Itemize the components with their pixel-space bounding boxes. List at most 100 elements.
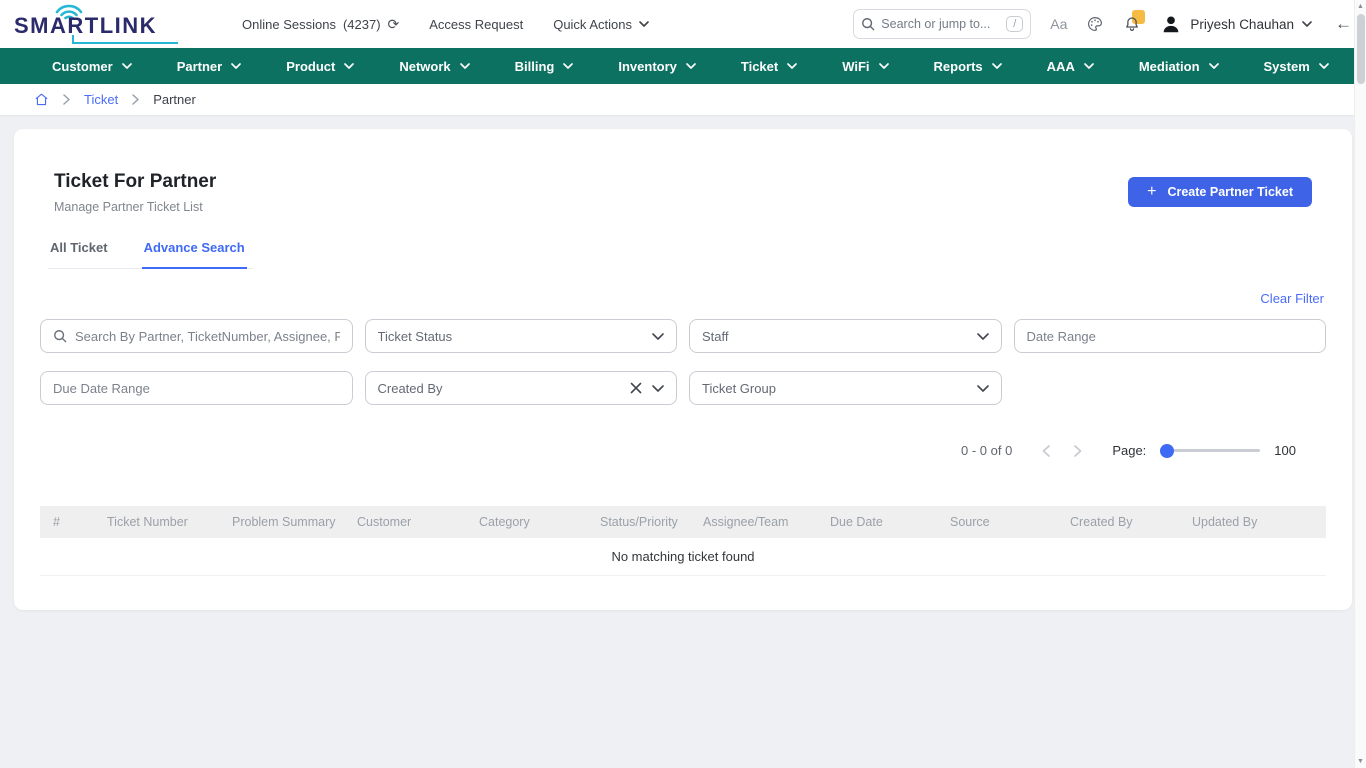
- theme-palette-button[interactable]: [1086, 15, 1104, 33]
- access-request-button[interactable]: Access Request: [429, 17, 523, 32]
- scrollbar-down-arrow[interactable]: ▼: [1355, 758, 1366, 765]
- tab-advance-search[interactable]: Advance Search: [142, 240, 247, 269]
- chevron-down-icon: [686, 63, 696, 69]
- chevron-down-icon: [652, 385, 664, 392]
- clear-x-icon[interactable]: [630, 382, 642, 394]
- chevron-down-icon: [639, 21, 649, 27]
- chevron-down-icon: [787, 63, 797, 69]
- chevron-down-icon: [231, 63, 241, 69]
- nav-item-wifi[interactable]: WiFi: [842, 59, 888, 74]
- col-index: #: [40, 506, 97, 538]
- chevron-down-icon: [563, 63, 573, 69]
- breadcrumb: Ticket Partner: [0, 84, 1366, 115]
- chevron-down-icon: [652, 333, 664, 340]
- col-category: Category: [469, 506, 590, 538]
- nav-item-reports[interactable]: Reports: [934, 59, 1002, 74]
- page-size-label: Page:: [1112, 443, 1146, 458]
- pagination-prev-button[interactable]: [1030, 445, 1062, 457]
- refresh-icon[interactable]: ⟳: [388, 16, 400, 33]
- col-due-date: Due Date: [820, 506, 940, 538]
- page-size-slider[interactable]: [1160, 444, 1260, 458]
- search-shortcut-badge: /: [1006, 16, 1023, 32]
- col-problem-summary: Problem Summary: [222, 506, 347, 538]
- online-sessions[interactable]: Online Sessions (4237) ⟳: [242, 16, 399, 33]
- nav-item-network[interactable]: Network: [399, 59, 469, 74]
- pagination-range: 0 - 0 of 0: [961, 443, 1012, 458]
- global-search[interactable]: /: [853, 9, 1031, 39]
- chevron-down-icon: [1319, 63, 1329, 69]
- palette-icon: [1086, 15, 1104, 33]
- logo-text: SMARTLINK: [14, 13, 157, 39]
- avatar-icon: [1160, 13, 1182, 35]
- filter-date-range-input[interactable]: [1027, 329, 1314, 344]
- slider-track: [1160, 449, 1260, 452]
- online-sessions-label: Online Sessions: [242, 17, 336, 32]
- col-status-priority: Status/Priority: [590, 506, 693, 538]
- collapse-back-arrow[interactable]: ←: [1335, 14, 1352, 34]
- home-icon[interactable]: [34, 92, 49, 107]
- filter-search-field[interactable]: [40, 319, 353, 353]
- breadcrumb-current-page: Partner: [153, 92, 196, 107]
- global-search-input[interactable]: [881, 17, 1006, 31]
- search-icon: [861, 17, 875, 31]
- ticket-for-partner-card: Ticket For Partner Manage Partner Ticket…: [14, 129, 1352, 610]
- nav-item-partner[interactable]: Partner: [177, 59, 242, 74]
- top-header: SMARTLINK Online Sessions (4237) ⟳ Acces…: [0, 0, 1366, 48]
- chevron-down-icon: [1302, 21, 1312, 27]
- bell-icon: [1123, 15, 1141, 33]
- filter-due-date-range-input[interactable]: [53, 381, 340, 396]
- nav-item-billing[interactable]: Billing: [515, 59, 574, 74]
- notifications-button[interactable]: [1123, 15, 1141, 33]
- font-size-toggle[interactable]: Aa: [1050, 16, 1067, 32]
- user-menu[interactable]: Priyesh Chauhan: [1160, 13, 1312, 35]
- col-customer: Customer: [347, 506, 469, 538]
- scrollbar-up-arrow[interactable]: ▲: [1355, 3, 1366, 10]
- filter-ticket-status-select[interactable]: Ticket Status: [365, 319, 678, 353]
- nav-item-aaa[interactable]: AAA: [1047, 59, 1094, 74]
- pagination: 0 - 0 of 0 Page: 100: [40, 443, 1326, 458]
- nav-item-product[interactable]: Product: [286, 59, 354, 74]
- chevron-down-icon: [977, 385, 989, 392]
- ticket-table: # Ticket Number Problem Summary Customer…: [40, 506, 1326, 576]
- filter-date-range-field[interactable]: [1014, 319, 1327, 353]
- nav-item-ticket[interactable]: Ticket: [741, 59, 797, 74]
- slider-knob[interactable]: [1160, 444, 1174, 458]
- empty-state-message: No matching ticket found: [40, 538, 1326, 576]
- scrollbar-thumb[interactable]: [1357, 14, 1365, 84]
- smartlink-logo[interactable]: SMARTLINK: [14, 5, 182, 45]
- nav-item-inventory[interactable]: Inventory: [618, 59, 696, 74]
- online-sessions-count: (4237): [343, 17, 381, 32]
- pagination-next-button[interactable]: [1062, 445, 1094, 457]
- create-partner-ticket-button[interactable]: + Create Partner Ticket: [1128, 177, 1312, 207]
- filter-ticket-group-select[interactable]: Ticket Group: [689, 371, 1002, 405]
- chevron-down-icon: [879, 63, 889, 69]
- col-updated-by: Updated By: [1182, 506, 1326, 538]
- chevron-down-icon: [977, 333, 989, 340]
- chevron-down-icon: [992, 63, 1002, 69]
- breadcrumb-ticket-link[interactable]: Ticket: [84, 92, 118, 107]
- quick-actions-menu[interactable]: Quick Actions: [553, 17, 649, 32]
- page-scrollbar[interactable]: ▲ ▼: [1354, 0, 1366, 768]
- clear-filter-link[interactable]: Clear Filter: [1260, 291, 1324, 306]
- chevron-down-icon: [122, 63, 132, 69]
- filter-staff-select[interactable]: Staff: [689, 319, 1002, 353]
- table-header-row: # Ticket Number Problem Summary Customer…: [40, 506, 1326, 538]
- plus-icon: +: [1147, 183, 1156, 201]
- col-ticket-number: Ticket Number: [97, 506, 222, 538]
- page-size-value: 100: [1274, 443, 1296, 458]
- filter-due-date-range-field[interactable]: [40, 371, 353, 405]
- filter-search-input[interactable]: [75, 329, 340, 344]
- col-assignee-team: Assignee/Team: [693, 506, 820, 538]
- tab-all-ticket[interactable]: All Ticket: [48, 240, 110, 269]
- nav-item-system[interactable]: System: [1264, 59, 1329, 74]
- col-source: Source: [940, 506, 1060, 538]
- advance-search-filters: Ticket Status Staff Created By Ticket Gr…: [40, 319, 1326, 405]
- chevron-down-icon: [344, 63, 354, 69]
- nav-item-mediation[interactable]: Mediation: [1139, 59, 1219, 74]
- nav-item-customer[interactable]: Customer: [52, 59, 132, 74]
- filter-created-by-select[interactable]: Created By: [365, 371, 678, 405]
- page-content: Ticket For Partner Manage Partner Ticket…: [0, 115, 1366, 624]
- chevron-down-icon: [1209, 63, 1219, 69]
- ticket-tabs: All Ticket Advance Search: [48, 240, 253, 269]
- page-title: Ticket For Partner: [54, 171, 216, 193]
